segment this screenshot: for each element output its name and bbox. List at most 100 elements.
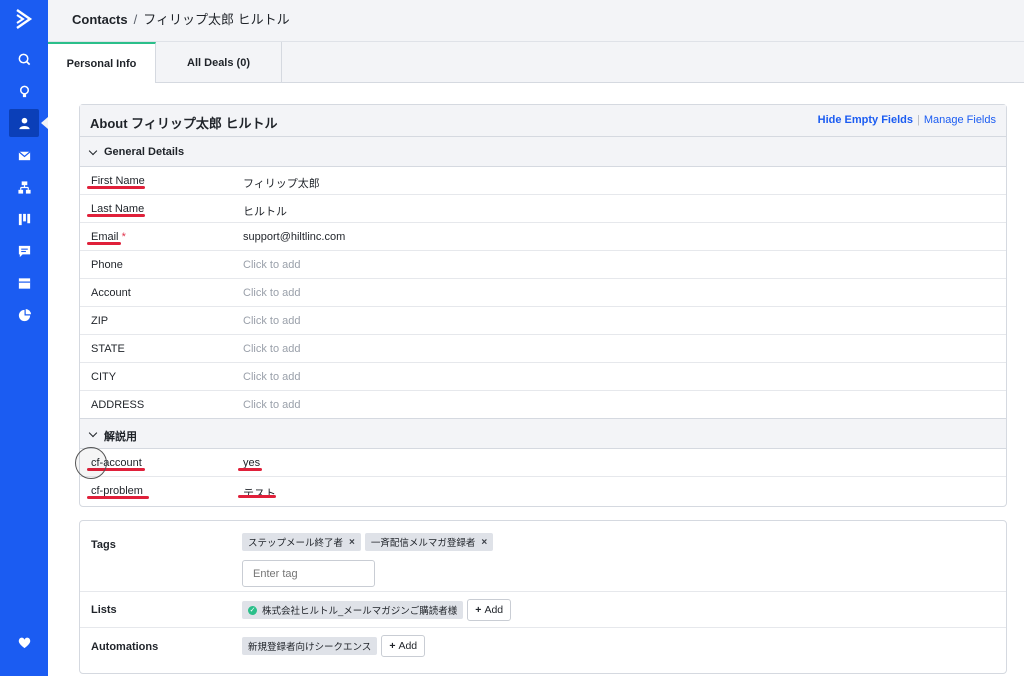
- field-label: CITY: [91, 371, 117, 383]
- annotation-underline: [238, 468, 262, 471]
- tag-input[interactable]: [242, 560, 375, 587]
- nav-campaigns[interactable]: [9, 141, 39, 169]
- field-row-email: Email * support@hiltlinc.com: [80, 223, 1006, 251]
- tag-text: 一斉配信メルマガ登録者: [370, 538, 476, 549]
- mail-icon: [17, 150, 31, 160]
- general-details-toggle[interactable]: General Details: [80, 137, 1006, 167]
- tag-chip: ステップメール終了者 ×: [242, 533, 361, 551]
- field-placeholder[interactable]: Click to add: [243, 315, 300, 327]
- nav-contacts[interactable]: [9, 109, 39, 137]
- field-value[interactable]: テスト: [243, 485, 276, 501]
- lists-row: Lists ✓ 株式会社ヒルトル_メールマガジンご購読者様 + Add: [80, 592, 1006, 628]
- main-content: About フィリップ太郎 ヒルトル Hide Empty Fields | Man…: [48, 83, 1024, 676]
- reports-icon: [18, 308, 31, 321]
- automation-items: 新規登録者向けシークエンス + Add: [242, 635, 426, 657]
- nav-insights[interactable]: [9, 77, 39, 105]
- field-placeholder[interactable]: Click to add: [243, 399, 300, 411]
- add-list-button[interactable]: + Add: [467, 599, 512, 621]
- nav-automations[interactable]: [9, 173, 39, 201]
- custom-section-title: 解説用: [104, 431, 137, 443]
- tag-chip: 一斉配信メルマガ登録者 ×: [364, 533, 494, 551]
- breadcrumb-contacts-link[interactable]: Contacts: [72, 12, 128, 27]
- nav-website[interactable]: [9, 269, 39, 297]
- field-label: ADDRESS: [91, 399, 145, 411]
- sidebar: [0, 0, 48, 676]
- field-placeholder[interactable]: Click to add: [243, 343, 300, 355]
- field-row-state: STATE Click to add: [80, 335, 1006, 363]
- nav-favorites[interactable]: [9, 628, 39, 656]
- cursor-highlight: [75, 447, 107, 479]
- field-row-city: CITY Click to add: [80, 363, 1006, 391]
- about-links: Hide Empty Fields | Manage Fields: [818, 114, 996, 126]
- tag-text: ステップメール終了者: [248, 538, 344, 549]
- field-value[interactable]: ヒルトル: [243, 203, 287, 219]
- manage-fields-link[interactable]: Manage Fields: [924, 114, 996, 126]
- plus-icon: +: [389, 640, 396, 652]
- field-row-zip: ZIP Click to add: [80, 307, 1006, 335]
- annotation-underline: [87, 242, 121, 245]
- automation-chip: 新規登録者向けシークエンス: [242, 637, 378, 655]
- nav-deals[interactable]: [9, 205, 39, 233]
- annotation-underline: [87, 186, 145, 189]
- site-icon: [18, 277, 30, 289]
- field-value[interactable]: support@hiltlinc.com: [243, 231, 345, 243]
- active-indicator: [41, 117, 48, 129]
- field-row-address: ADDRESS Click to add: [80, 391, 1006, 419]
- field-placeholder[interactable]: Click to add: [243, 287, 300, 299]
- list-chip: ✓ 株式会社ヒルトル_メールマガジンご購読者様: [242, 601, 464, 619]
- heart-icon: [18, 637, 30, 648]
- automations-row: Automations 新規登録者向けシークエンス + Add: [80, 628, 1006, 674]
- nav-conversations[interactable]: [9, 237, 39, 265]
- field-row-cf-account: cf-account yes: [80, 449, 1006, 477]
- automations-label: Automations: [91, 641, 159, 653]
- tab-personal-info[interactable]: Personal Info: [48, 42, 156, 84]
- field-placeholder[interactable]: Click to add: [243, 371, 300, 383]
- list-text: 株式会社ヒルトル_メールマガジンご購読者様: [262, 606, 458, 617]
- field-placeholder[interactable]: Click to add: [243, 259, 300, 271]
- field-row-phone: Phone Click to add: [80, 251, 1006, 279]
- field-row-cf-problem: cf-problem テスト: [80, 477, 1006, 505]
- add-automation-button[interactable]: + Add: [381, 635, 426, 657]
- annotation-underline: [238, 495, 276, 498]
- about-card: About フィリップ太郎 ヒルトル Hide Empty Fields | Man…: [79, 104, 1007, 507]
- logo-icon[interactable]: [14, 8, 34, 30]
- search-icon: [18, 53, 30, 65]
- chevron-down-icon: [88, 428, 98, 438]
- chevron-down-icon: [88, 146, 98, 156]
- lists-label: Lists: [91, 604, 117, 616]
- check-circle-icon: ✓: [248, 605, 257, 615]
- field-row-first-name: First Name フィリップ太郎: [80, 167, 1006, 195]
- field-label: Account: [91, 287, 131, 299]
- link-divider: |: [916, 114, 920, 126]
- field-row-last-name: Last Name ヒルトル: [80, 195, 1006, 223]
- field-label: ZIP: [91, 315, 109, 327]
- nav-search[interactable]: [9, 45, 39, 73]
- automation-icon: [17, 180, 31, 194]
- nav-reports[interactable]: [9, 301, 39, 329]
- field-label: Phone: [91, 259, 123, 271]
- breadcrumb-separator: /: [133, 12, 138, 27]
- add-label: Add: [484, 604, 504, 616]
- tags-card: Tags ステップメール終了者 × 一斉配信メルマガ登録者 × Lists ✓ 株式会社…: [79, 520, 1007, 674]
- about-header: About フィリップ太郎 ヒルトル Hide Empty Fields | Man…: [80, 105, 1006, 137]
- breadcrumb: Contacts / フィリップ太郎 ヒルトル: [72, 9, 290, 28]
- pipeline-icon: [18, 213, 30, 225]
- remove-tag-icon[interactable]: ×: [481, 537, 487, 548]
- required-marker: *: [121, 231, 126, 243]
- topbar: Contacts / フィリップ太郎 ヒルトル: [48, 0, 1024, 42]
- annotation-underline: [87, 496, 149, 499]
- breadcrumb-current: フィリップ太郎 ヒルトル: [143, 12, 290, 27]
- hide-empty-fields-link[interactable]: Hide Empty Fields: [818, 114, 913, 126]
- field-label: STATE: [91, 343, 125, 355]
- add-label: Add: [398, 640, 418, 652]
- field-row-account: Account Click to add: [80, 279, 1006, 307]
- custom-section-toggle[interactable]: 解説用: [80, 419, 1006, 449]
- list-items: ✓ 株式会社ヒルトル_メールマガジンご購読者様 + Add: [242, 599, 512, 621]
- general-details-title: General Details: [104, 146, 185, 158]
- tab-all-deals[interactable]: All Deals (0): [156, 42, 282, 83]
- tag-list: ステップメール終了者 × 一斉配信メルマガ登録者 ×: [242, 533, 497, 551]
- plus-icon: +: [475, 604, 482, 616]
- conversations-icon: [18, 245, 30, 257]
- field-value[interactable]: フィリップ太郎: [243, 175, 320, 191]
- remove-tag-icon[interactable]: ×: [349, 537, 355, 548]
